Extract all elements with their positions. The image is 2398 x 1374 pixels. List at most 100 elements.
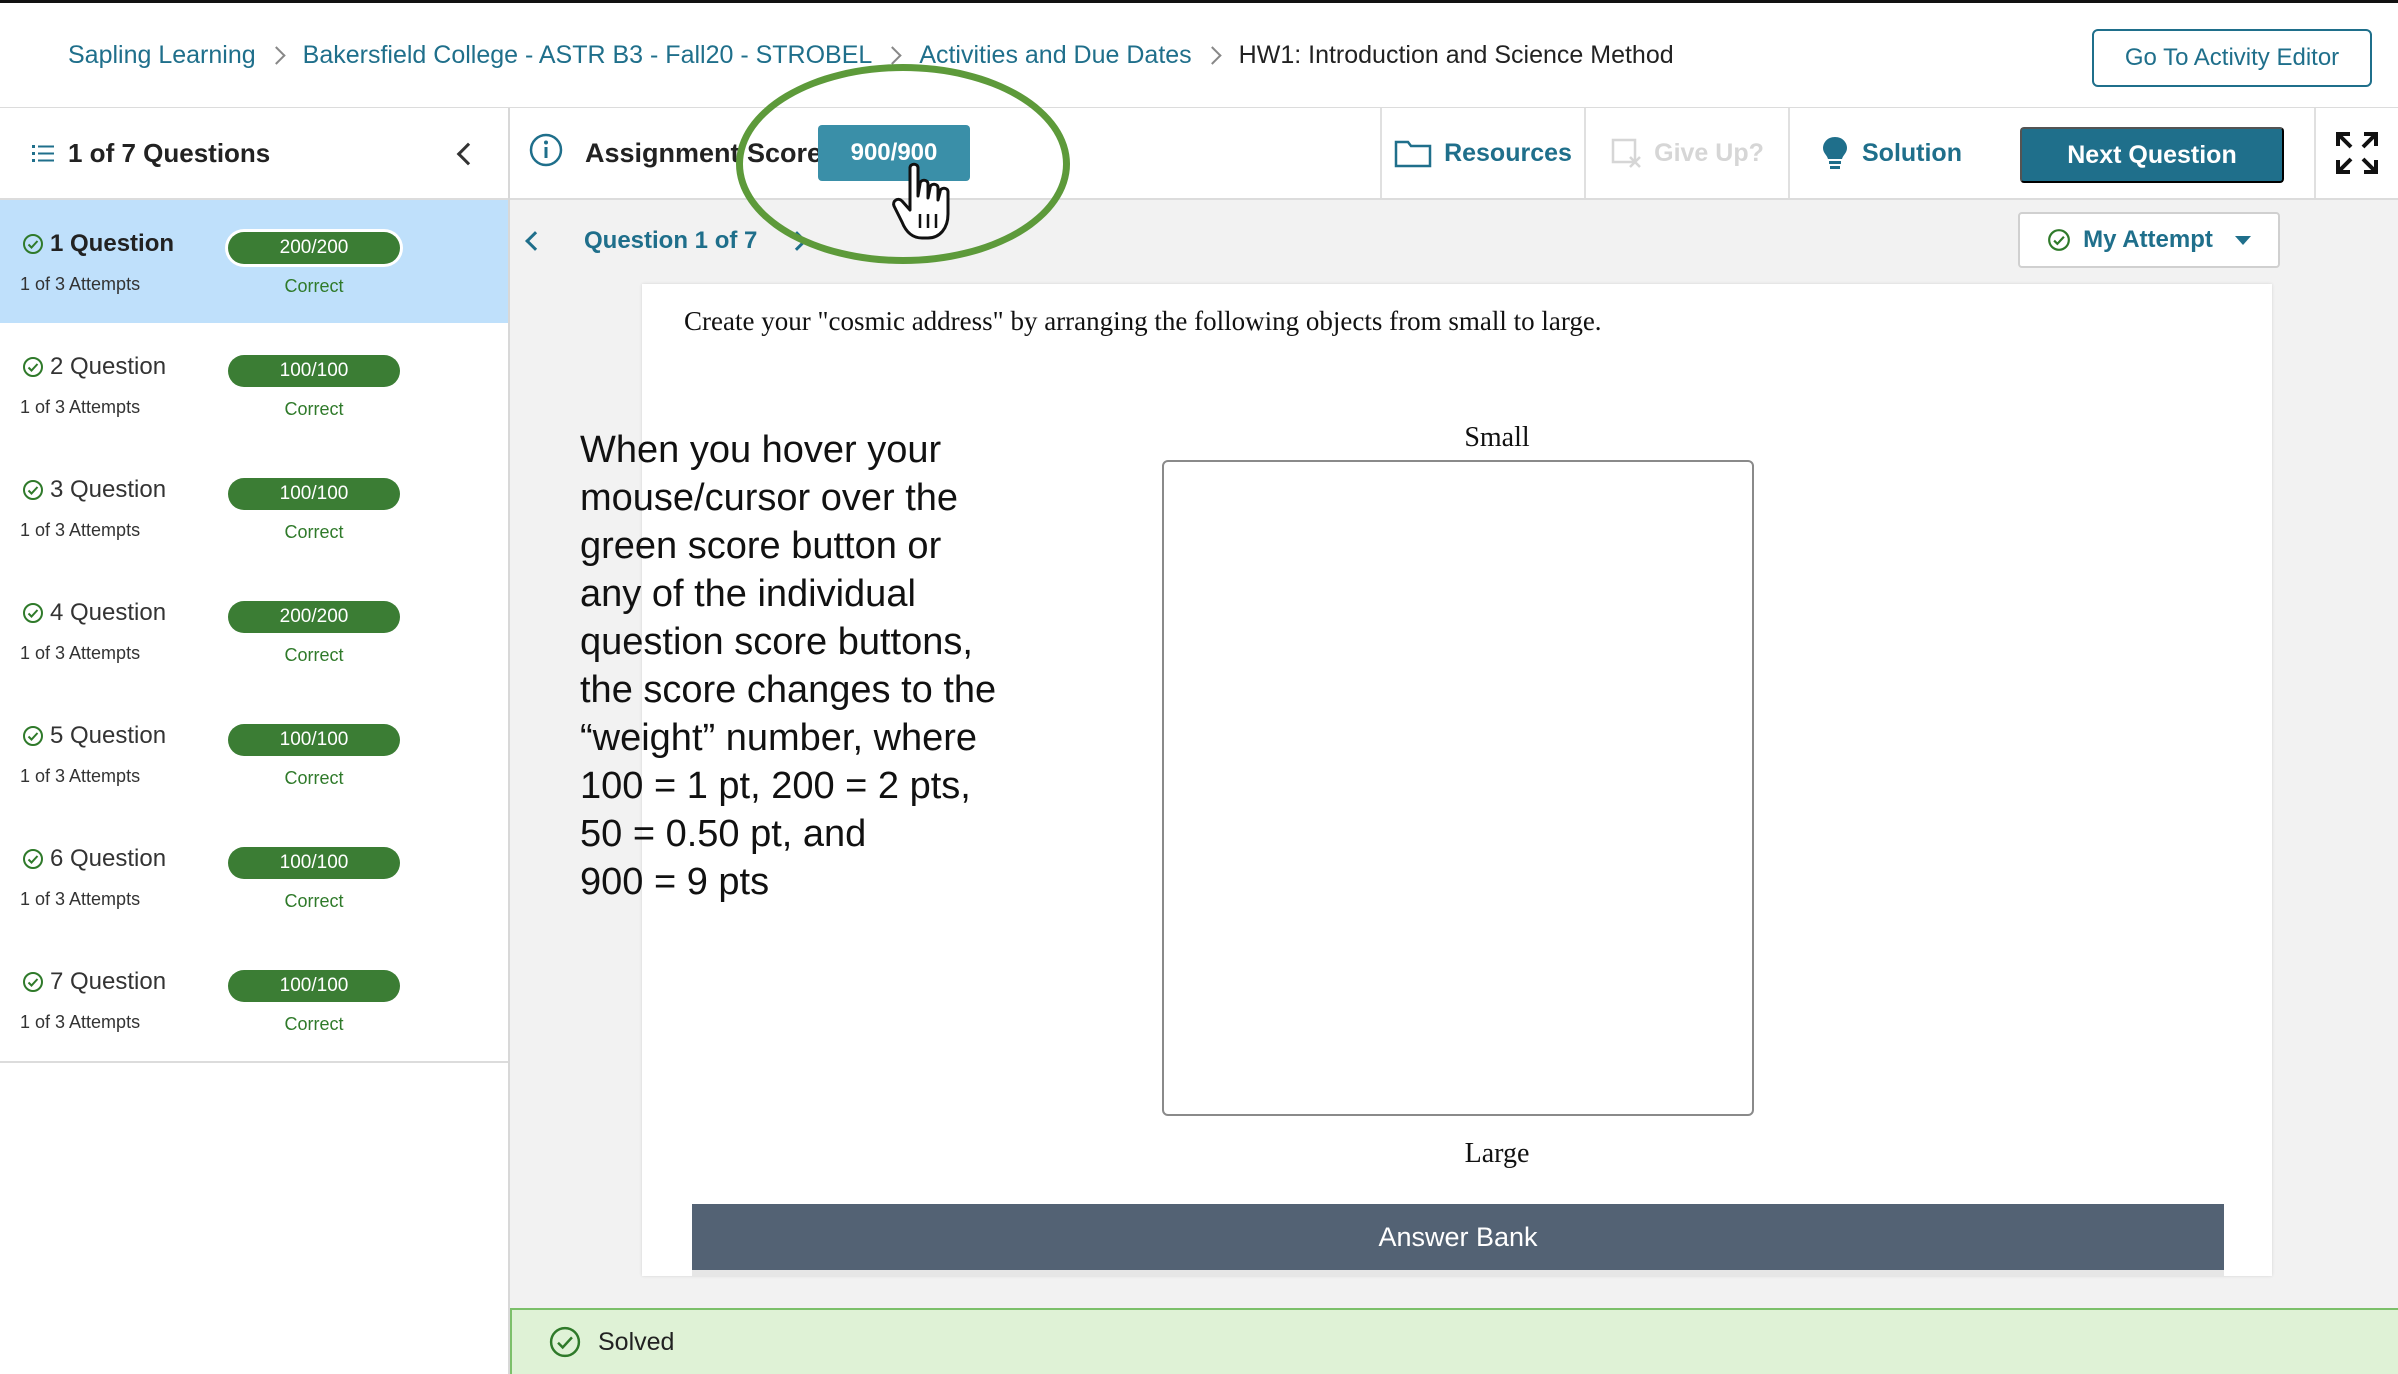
- question-list-item[interactable]: 7 Question 1 of 3 Attempts 100/100 Corre…: [0, 938, 508, 1061]
- question-name: 1 Question: [50, 230, 175, 257]
- check-circle-icon: [549, 1326, 581, 1358]
- give-up-label: Give Up?: [1654, 138, 1764, 167]
- question-list-item[interactable]: 5 Question 1 of 3 Attempts 100/100 Corre…: [0, 692, 508, 815]
- check-circle-icon: [23, 972, 43, 992]
- breadcrumb-separator-icon: [1202, 46, 1222, 65]
- question-name: 2 Question: [50, 353, 167, 380]
- check-circle-icon: [2048, 229, 2071, 251]
- annotation-line: When you hover your: [580, 429, 942, 471]
- solved-status-bar: Solved: [510, 1308, 2398, 1374]
- question-name: 6 Question: [50, 845, 167, 872]
- sidebar-title: 1 of 7 Questions: [68, 137, 271, 168]
- solution-button[interactable]: Solution: [1788, 108, 1992, 198]
- fullscreen-icon: [2336, 132, 2378, 174]
- annotation-line: question score buttons,: [580, 621, 973, 663]
- question-name: 5 Question: [50, 722, 167, 749]
- solution-label: Solution: [1862, 138, 1962, 167]
- next-question-button[interactable]: Next Question: [2020, 127, 2284, 183]
- question-name-row: 2 Question: [22, 353, 166, 381]
- question-list-item[interactable]: 2 Question 1 of 3 Attempts 100/100 Corre…: [0, 323, 508, 446]
- annotation-line: green score button or: [580, 525, 942, 567]
- question-status: Correct: [284, 399, 344, 419]
- breadcrumb-link-activities[interactable]: Activities and Due Dates: [919, 41, 1191, 70]
- question-name-row: 1 Question: [22, 230, 174, 258]
- question-list-item[interactable]: 4 Question 1 of 3 Attempts 200/200 Corre…: [0, 569, 508, 692]
- annotation-line: mouse/cursor over the: [580, 477, 959, 519]
- question-score-badge[interactable]: 100/100: [228, 847, 400, 879]
- question-score-badge[interactable]: 100/100: [228, 355, 400, 387]
- question-name: 4 Question: [50, 599, 167, 626]
- question-name-row: 5 Question: [22, 722, 166, 750]
- question-attempts: 1 of 3 Attempts: [20, 520, 141, 540]
- breadcrumb-current: HW1: Introduction and Science Method: [1238, 41, 1674, 69]
- question-status: Correct: [284, 891, 344, 911]
- question-status: Correct: [284, 645, 344, 665]
- question-name-row: 7 Question: [22, 968, 166, 996]
- question-nav-label: Question 1 of 7: [584, 227, 758, 254]
- annotation-line: 50 = 0.50 pt, and: [580, 813, 867, 855]
- folder-icon: [1394, 140, 1432, 168]
- lightbulb-icon: [1823, 137, 1847, 169]
- check-circle-icon: [23, 726, 43, 746]
- question-status: Correct: [284, 768, 344, 788]
- annotation-line: any of the individual: [580, 573, 916, 615]
- question-list-item[interactable]: 1 Question 1 of 3 Attempts 200/200 Corre…: [0, 200, 508, 323]
- resources-button[interactable]: Resources: [1380, 108, 1584, 198]
- annotation-line: 100 = 1 pt, 200 = 2 pts,: [580, 765, 971, 807]
- check-circle-icon: [23, 849, 43, 869]
- question-list-item[interactable]: 6 Question 1 of 3 Attempts 100/100 Corre…: [0, 815, 508, 938]
- check-circle-icon: [23, 234, 43, 254]
- question-score-badge[interactable]: 100/100: [228, 478, 400, 510]
- resources-label: Resources: [1444, 138, 1572, 167]
- ordering-drop-zone[interactable]: [1162, 460, 1754, 1116]
- question-attempts: 1 of 3 Attempts: [20, 889, 141, 909]
- question-name-row: 4 Question: [22, 599, 166, 627]
- hand-cursor-icon: [892, 162, 950, 240]
- annotation-line: the score changes to the: [580, 669, 997, 711]
- question-score-badge[interactable]: 100/100: [228, 724, 400, 756]
- check-circle-icon: [23, 480, 43, 500]
- answer-bank-header: Answer Bank: [692, 1204, 2224, 1276]
- give-up-icon: [1611, 138, 1642, 168]
- check-circle-icon: [23, 603, 43, 623]
- my-attempt-dropdown[interactable]: My Attempt: [2018, 212, 2280, 268]
- sidebar-header: 1 of 7 Questions: [0, 108, 508, 200]
- question-status: Correct: [284, 1014, 344, 1034]
- give-up-button: Give Up?: [1584, 108, 1788, 198]
- hover-annotation: When you hover your mouse/cursor over th…: [580, 426, 1050, 906]
- question-name-row: 3 Question: [22, 476, 166, 504]
- question-score-badge[interactable]: 200/200: [228, 601, 400, 633]
- info-icon[interactable]: [528, 132, 564, 168]
- chevron-left-icon[interactable]: [456, 142, 480, 166]
- my-attempt-label: My Attempt: [2083, 226, 2213, 253]
- question-name-row: 6 Question: [22, 845, 166, 873]
- chevron-left-icon[interactable]: [525, 231, 545, 251]
- question-name: 3 Question: [50, 476, 167, 503]
- breadcrumb-separator-icon: [266, 46, 286, 65]
- solved-label: Solved: [598, 1327, 675, 1356]
- sidebar-divider: [0, 1061, 508, 1063]
- question-score-badge[interactable]: 100/100: [228, 970, 400, 1002]
- list-icon: [32, 145, 54, 162]
- question-score-badge[interactable]: 200/200: [228, 232, 400, 264]
- annotation-line: 900 = 9 pts: [580, 861, 770, 903]
- caret-down-icon: [2234, 235, 2251, 245]
- question-sidebar: 1 of 7 Questions 1 Question 1 of 3 Attem…: [0, 108, 510, 1374]
- question-status: Correct: [284, 522, 344, 542]
- small-label: Small: [1464, 422, 1530, 453]
- large-label: Large: [1464, 1138, 1530, 1169]
- question-prompt: Create your "cosmic address" by arrangin…: [684, 306, 1602, 336]
- question-attempts: 1 of 3 Attempts: [20, 397, 141, 417]
- fullscreen-button[interactable]: [2314, 108, 2398, 198]
- question-attempts: 1 of 3 Attempts: [20, 1012, 141, 1032]
- go-to-activity-editor-button[interactable]: Go To Activity Editor: [2092, 29, 2372, 87]
- question-name: 7 Question: [50, 968, 167, 995]
- question-status: Correct: [284, 276, 344, 296]
- breadcrumb-link-sapling[interactable]: Sapling Learning: [68, 41, 256, 70]
- breadcrumb-separator-icon: [883, 46, 903, 65]
- annotation-line: “weight” number, where: [580, 717, 978, 759]
- question-attempts: 1 of 3 Attempts: [20, 766, 141, 786]
- question-attempts: 1 of 3 Attempts: [20, 274, 141, 294]
- breadcrumb-link-course[interactable]: Bakersfield College - ASTR B3 - Fall20 -…: [303, 41, 873, 70]
- question-list-item[interactable]: 3 Question 1 of 3 Attempts 100/100 Corre…: [0, 446, 508, 569]
